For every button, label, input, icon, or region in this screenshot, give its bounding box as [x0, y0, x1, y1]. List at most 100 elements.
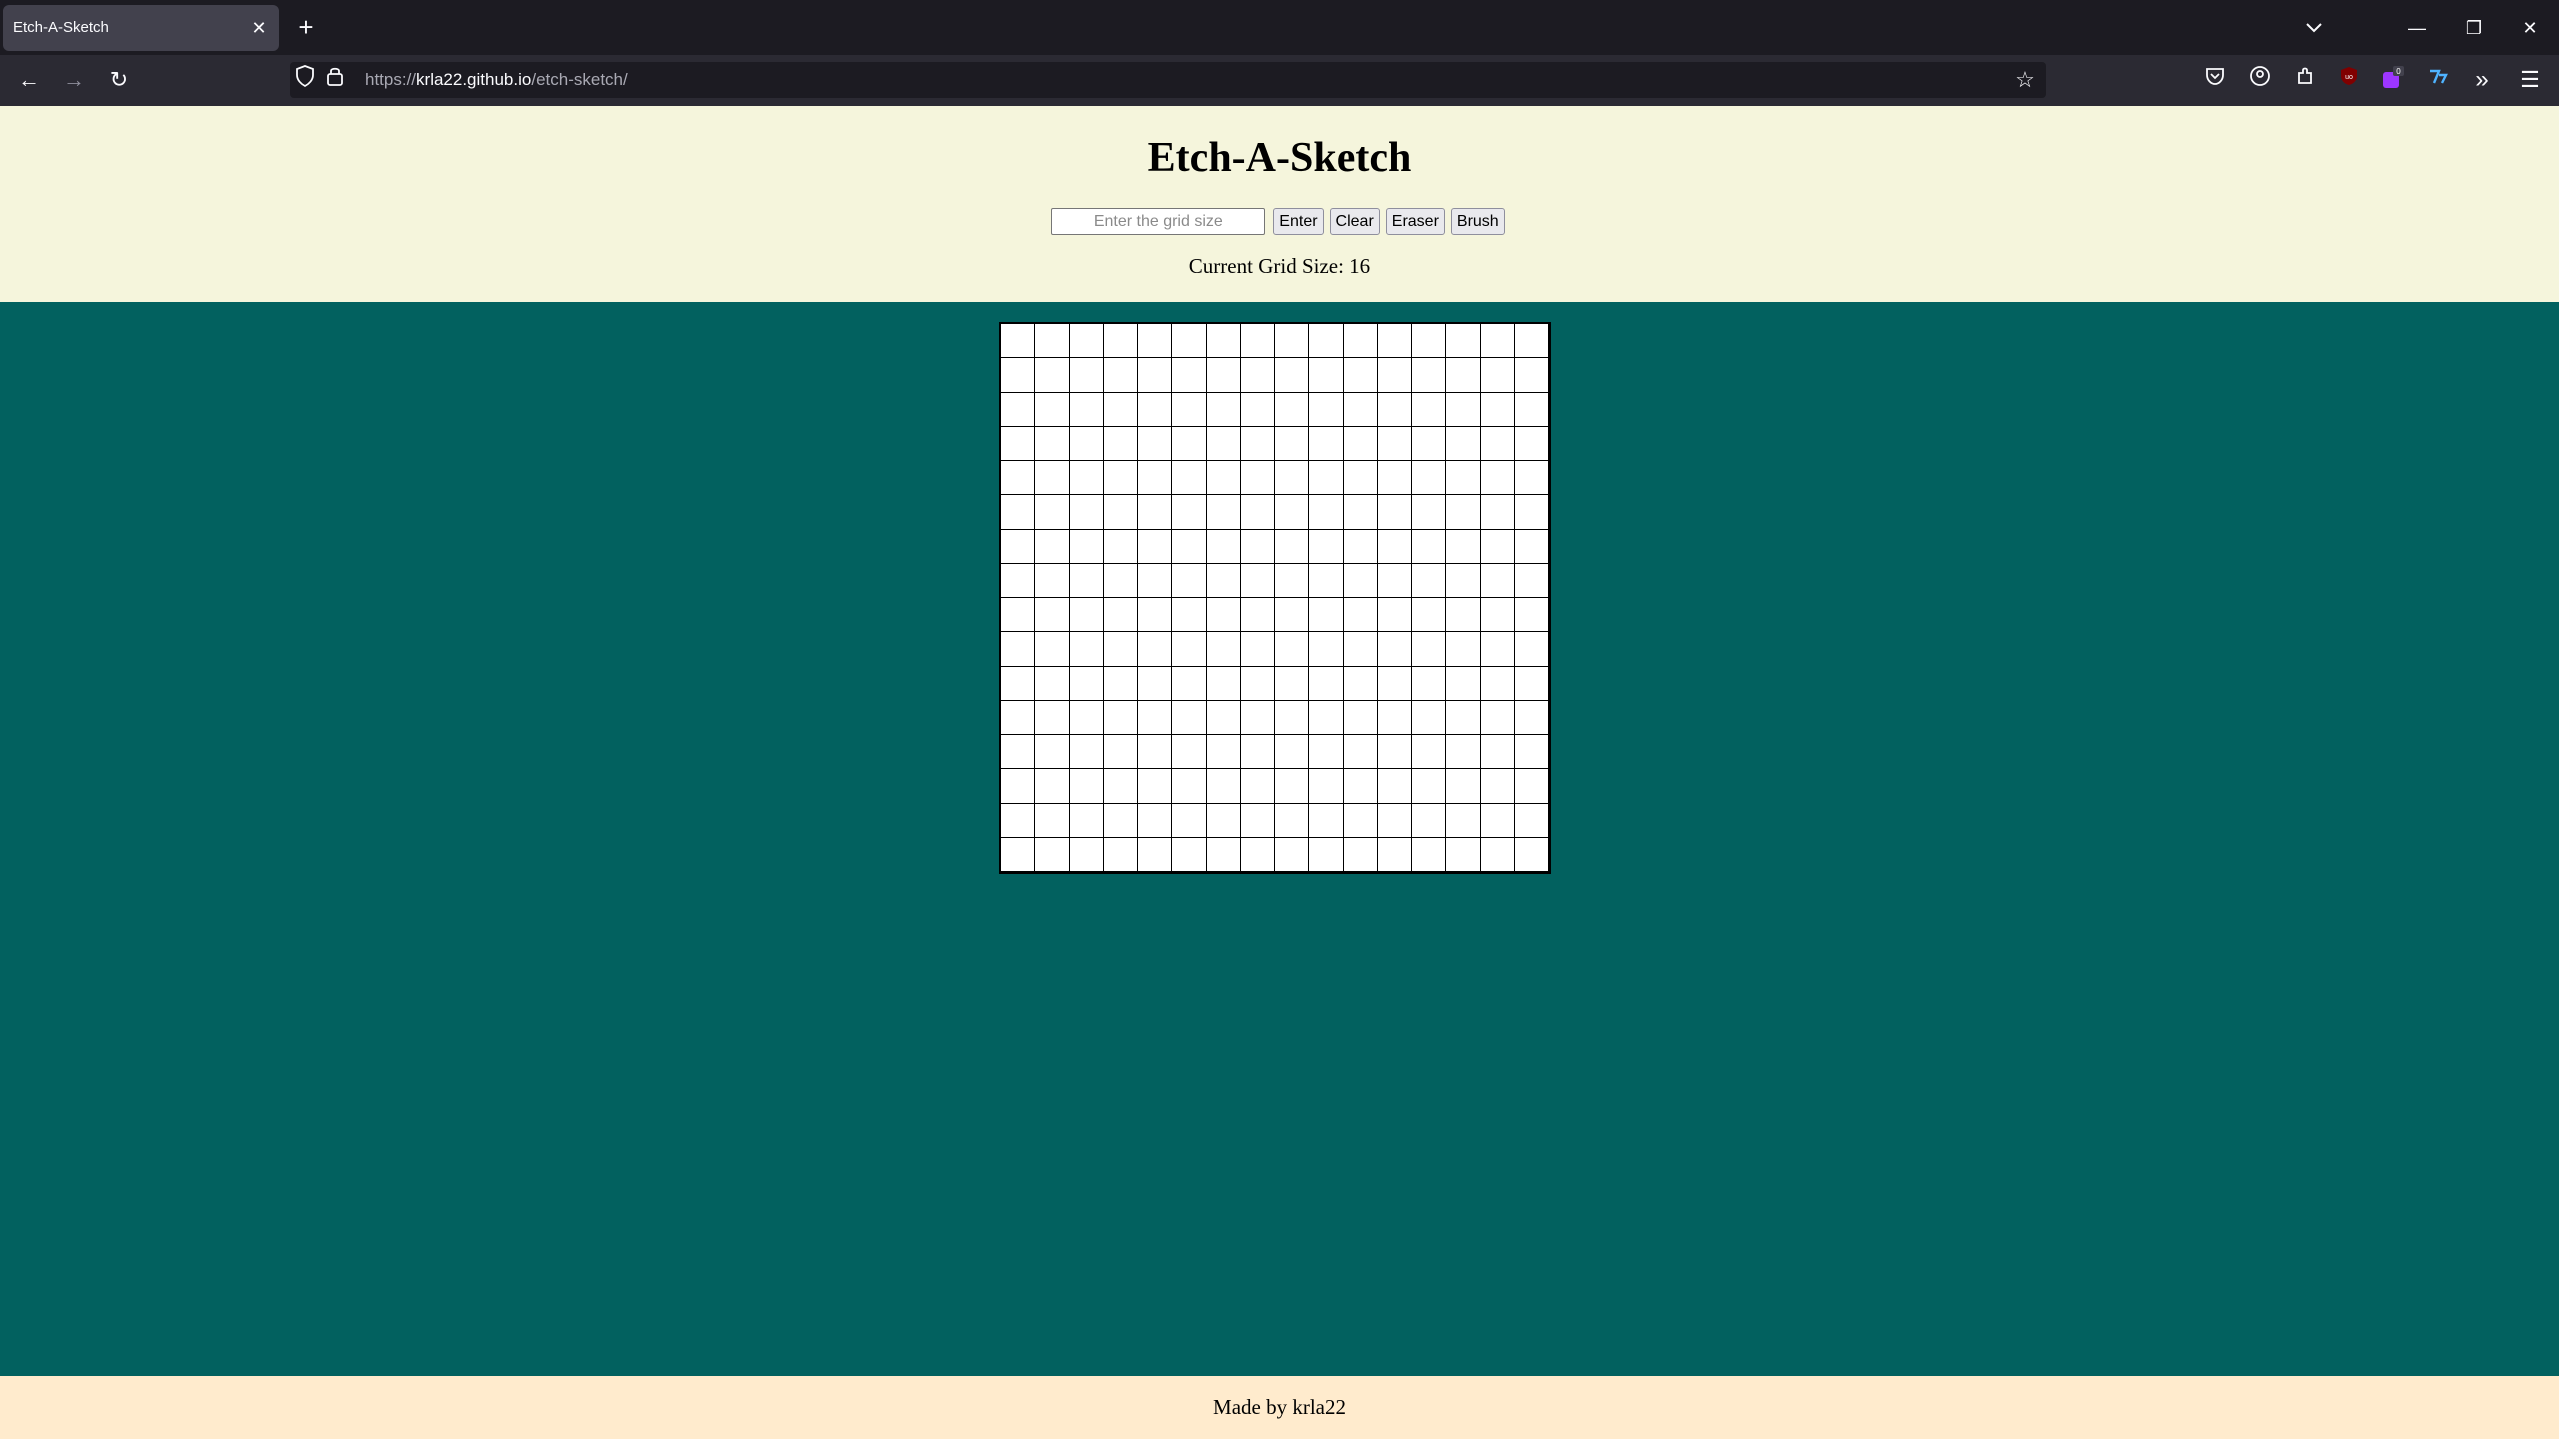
- grid-cell[interactable]: [1240, 769, 1275, 804]
- grid-cell[interactable]: [1343, 358, 1378, 393]
- grid-cell[interactable]: [1309, 358, 1344, 393]
- grid-cell[interactable]: [1172, 563, 1207, 598]
- grid-cell[interactable]: [1240, 324, 1275, 359]
- grid-cell[interactable]: [1514, 700, 1549, 735]
- grid-cell[interactable]: [1001, 837, 1036, 872]
- grid-cell[interactable]: [1172, 735, 1207, 770]
- grid-cell[interactable]: [1309, 666, 1344, 701]
- grid-cell[interactable]: [1035, 563, 1070, 598]
- grid-cell[interactable]: [1172, 358, 1207, 393]
- grid-cell[interactable]: [1446, 529, 1481, 564]
- grid-cell[interactable]: [1514, 324, 1549, 359]
- grid-cell[interactable]: [1240, 461, 1275, 496]
- grid-cell[interactable]: [1035, 358, 1070, 393]
- grid-cell[interactable]: [1309, 598, 1344, 633]
- reload-icon[interactable]: ↻: [104, 65, 134, 95]
- grid-cell[interactable]: [1069, 495, 1104, 530]
- grid-cell[interactable]: [1446, 632, 1481, 667]
- grid-cell[interactable]: [1001, 392, 1036, 427]
- grid-cell[interactable]: [1514, 837, 1549, 872]
- grid-cell[interactable]: [1069, 529, 1104, 564]
- grid-cell[interactable]: [1001, 735, 1036, 770]
- grid-cell[interactable]: [1309, 392, 1344, 427]
- extension-badge-icon[interactable]: 0: [2378, 65, 2408, 95]
- grid-cell[interactable]: [1412, 837, 1447, 872]
- grid-cell[interactable]: [1206, 426, 1241, 461]
- grid-cell[interactable]: [1172, 529, 1207, 564]
- grid-cell[interactable]: [1377, 598, 1412, 633]
- grid-cell[interactable]: [1412, 324, 1447, 359]
- grid-size-input[interactable]: [1051, 208, 1266, 235]
- grid-cell[interactable]: [1172, 324, 1207, 359]
- grid-cell[interactable]: [1240, 735, 1275, 770]
- grid-cell[interactable]: [1343, 324, 1378, 359]
- grid-cell[interactable]: [1377, 803, 1412, 838]
- grid-cell[interactable]: [1514, 529, 1549, 564]
- grid-cell[interactable]: [1446, 666, 1481, 701]
- grid-cell[interactable]: [1206, 358, 1241, 393]
- grid-cell[interactable]: [1446, 495, 1481, 530]
- grid-cell[interactable]: [1240, 358, 1275, 393]
- grid-cell[interactable]: [1001, 324, 1036, 359]
- grid-cell[interactable]: [1480, 598, 1515, 633]
- grid-cell[interactable]: [1001, 529, 1036, 564]
- grid-cell[interactable]: [1240, 529, 1275, 564]
- grid-cell[interactable]: [1275, 495, 1310, 530]
- grid-cell[interactable]: [1138, 495, 1173, 530]
- grid-cell[interactable]: [1103, 632, 1138, 667]
- grid-cell[interactable]: [1480, 324, 1515, 359]
- grid-cell[interactable]: [1172, 461, 1207, 496]
- grid-cell[interactable]: [1412, 598, 1447, 633]
- grid-cell[interactable]: [1343, 769, 1378, 804]
- grid-cell[interactable]: [1275, 632, 1310, 667]
- grid-cell[interactable]: [1206, 598, 1241, 633]
- grid-cell[interactable]: [1103, 666, 1138, 701]
- grid-cell[interactable]: [1240, 666, 1275, 701]
- grid-cell[interactable]: [1206, 735, 1241, 770]
- grid-cell[interactable]: [1377, 735, 1412, 770]
- grid-cell[interactable]: [1514, 358, 1549, 393]
- grid-cell[interactable]: [1001, 803, 1036, 838]
- grid-cell[interactable]: [1514, 735, 1549, 770]
- grid-cell[interactable]: [1377, 837, 1412, 872]
- chevron-down-icon[interactable]: [2300, 14, 2328, 42]
- grid-cell[interactable]: [1001, 632, 1036, 667]
- ublock-icon[interactable]: uo: [2334, 65, 2364, 95]
- grid-cell[interactable]: [1309, 632, 1344, 667]
- grid-cell[interactable]: [1069, 735, 1104, 770]
- grid-cell[interactable]: [1377, 392, 1412, 427]
- grid-cell[interactable]: [1240, 392, 1275, 427]
- grid-cell[interactable]: [1035, 803, 1070, 838]
- grid-cell[interactable]: [1001, 495, 1036, 530]
- grid-cell[interactable]: [1069, 803, 1104, 838]
- grid-cell[interactable]: [1001, 666, 1036, 701]
- grid-cell[interactable]: [1446, 426, 1481, 461]
- grid-cell[interactable]: [1343, 632, 1378, 667]
- grid-cell[interactable]: [1275, 837, 1310, 872]
- grid-cell[interactable]: [1172, 769, 1207, 804]
- account-icon[interactable]: [2245, 65, 2275, 95]
- grid-cell[interactable]: [1377, 700, 1412, 735]
- grid-cell[interactable]: [1138, 461, 1173, 496]
- grid-cell[interactable]: [1514, 803, 1549, 838]
- grid-cell[interactable]: [1275, 769, 1310, 804]
- grid-cell[interactable]: [1275, 803, 1310, 838]
- grid-cell[interactable]: [1103, 700, 1138, 735]
- grid-cell[interactable]: [1343, 563, 1378, 598]
- brush-button[interactable]: Brush: [1450, 208, 1505, 235]
- grid-cell[interactable]: [1514, 563, 1549, 598]
- grid-cell[interactable]: [1309, 324, 1344, 359]
- grid-cell[interactable]: [1035, 598, 1070, 633]
- grid-cell[interactable]: [1343, 598, 1378, 633]
- grid-cell[interactable]: [1377, 426, 1412, 461]
- tab-etch-a-sketch[interactable]: Etch-A-Sketch ✕: [3, 5, 279, 51]
- grid-cell[interactable]: [1514, 666, 1549, 701]
- grid-cell[interactable]: [1172, 426, 1207, 461]
- window-close-icon[interactable]: ✕: [2510, 10, 2550, 46]
- grid-cell[interactable]: [1480, 495, 1515, 530]
- grid-cell[interactable]: [1069, 700, 1104, 735]
- grid-cell[interactable]: [1103, 803, 1138, 838]
- grid-cell[interactable]: [1138, 324, 1173, 359]
- grid-cell[interactable]: [1035, 666, 1070, 701]
- grid-cell[interactable]: [1377, 563, 1412, 598]
